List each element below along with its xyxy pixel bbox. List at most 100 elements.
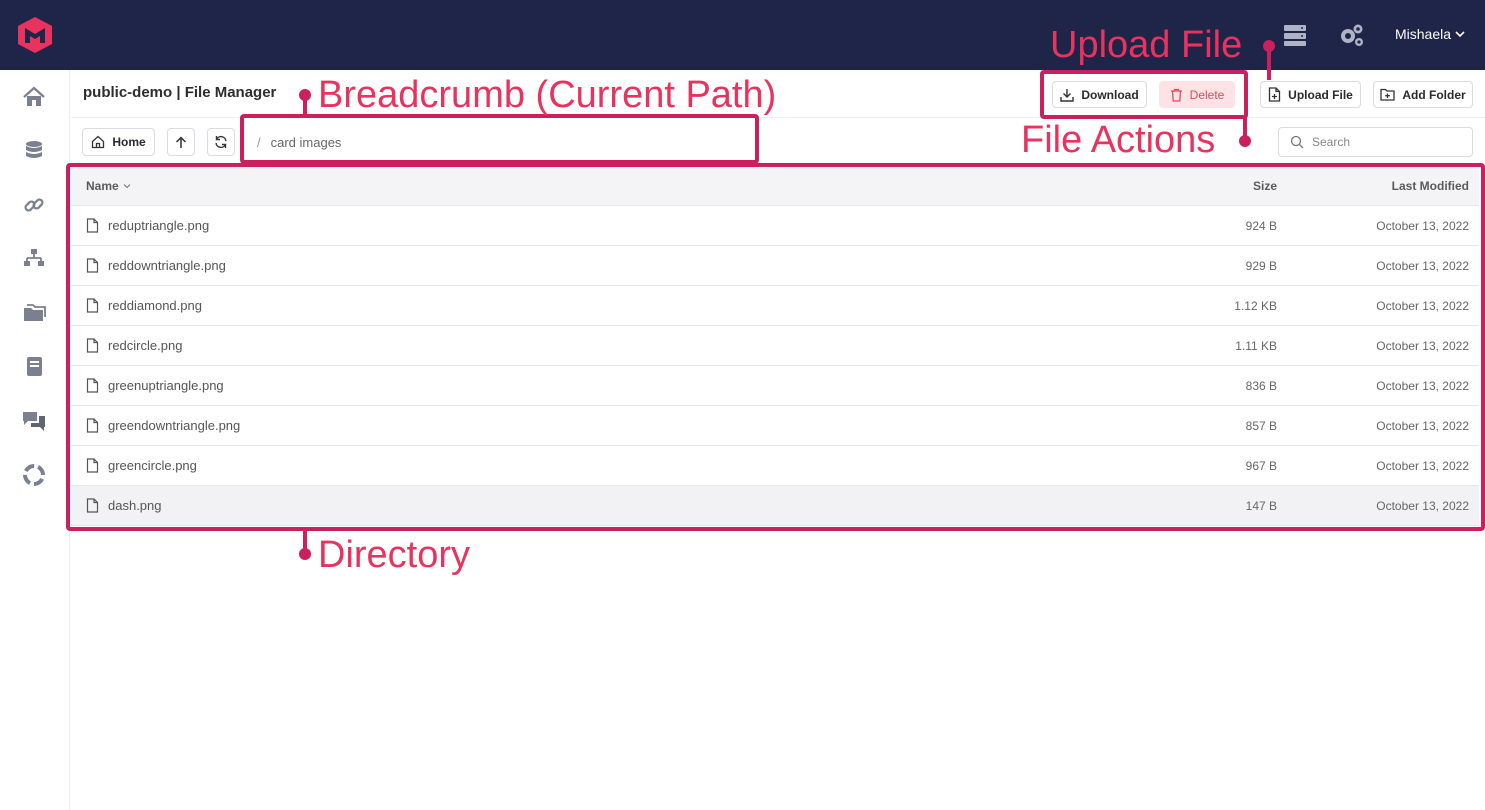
table-row[interactable]: reddiamond.png 1.12 KB October 13, 2022 xyxy=(71,286,1479,326)
column-name-header[interactable]: Name xyxy=(71,179,1177,193)
home-icon[interactable] xyxy=(21,84,47,110)
delete-button[interactable]: Delete xyxy=(1159,81,1235,108)
chevron-down-icon xyxy=(123,183,131,188)
arrow-up-icon xyxy=(175,135,187,148)
file-name-cell: reduptriangle.png xyxy=(71,218,1177,233)
sidebar xyxy=(0,70,70,810)
table-row[interactable]: reddowntriangle.png 929 B October 13, 2022 xyxy=(71,246,1479,286)
file-size: 836 B xyxy=(1245,378,1277,393)
file-modified: October 13, 2022 xyxy=(1376,218,1469,233)
file-name: greenuptriangle.png xyxy=(108,378,224,393)
column-modified-header[interactable]: Last Modified xyxy=(1277,179,1469,193)
folder-plus-icon xyxy=(1380,88,1395,101)
file-name: greencircle.png xyxy=(108,458,197,473)
file-modified: October 13, 2022 xyxy=(1376,338,1469,353)
home-label: Home xyxy=(112,135,146,149)
breadcrumb-separator: / xyxy=(257,134,261,150)
page-title: public-demo | File Manager xyxy=(83,84,277,101)
file-actions-annotation-dot xyxy=(1239,135,1251,147)
table-row[interactable]: greencircle.png 967 B October 13, 2022 xyxy=(71,446,1479,486)
file-icon xyxy=(86,218,99,233)
file-modified: October 13, 2022 xyxy=(1376,498,1469,513)
upload-file-label: Upload File xyxy=(1288,87,1353,102)
m-logo-icon[interactable] xyxy=(16,16,54,54)
file-name-cell: greenuptriangle.png xyxy=(71,378,1177,393)
file-size: 857 B xyxy=(1245,418,1277,433)
download-button[interactable]: Download xyxy=(1052,81,1147,108)
comments-icon[interactable] xyxy=(21,408,47,434)
file-name-cell: dash.png xyxy=(71,498,1177,513)
file-name-cell: greendowntriangle.png xyxy=(71,418,1177,433)
file-icon xyxy=(86,418,99,433)
directory-annotation-label: Directory xyxy=(318,534,471,576)
download-label: Download xyxy=(1081,87,1139,102)
file-modified: October 13, 2022 xyxy=(1376,378,1469,393)
book-icon[interactable] xyxy=(21,354,47,380)
table-row[interactable]: greendowntriangle.png 857 B October 13, 20… xyxy=(71,406,1479,446)
file-name: dash.png xyxy=(108,498,162,513)
table-row[interactable]: redcircle.png 1.11 KB October 13, 2022 xyxy=(71,326,1479,366)
file-size: 1.12 KB xyxy=(1234,298,1277,313)
home-outline-icon xyxy=(92,135,105,149)
server-icon[interactable] xyxy=(1281,22,1309,48)
download-icon xyxy=(1060,88,1075,102)
top-navbar: Mishaela xyxy=(0,0,1485,70)
chevron-down-icon xyxy=(1455,31,1465,38)
refresh-icon xyxy=(215,135,227,149)
database-icon[interactable] xyxy=(21,138,47,164)
file-name: greendowntriangle.png xyxy=(108,418,241,433)
table-row[interactable]: greenuptriangle.png 836 B October 13, 2022 xyxy=(71,366,1479,406)
add-folder-button[interactable]: Add Folder xyxy=(1373,81,1473,108)
folders-icon[interactable] xyxy=(21,300,47,326)
trash-icon xyxy=(1170,88,1182,102)
main-content: public-demo | File Manager Download Dele… xyxy=(71,70,1485,810)
upload-annotation-label: Upload File xyxy=(1050,24,1243,66)
file-modified: October 13, 2022 xyxy=(1376,418,1469,433)
breadcrumb: / card images xyxy=(246,128,751,156)
search-box xyxy=(1278,127,1473,157)
table-row[interactable]: reduptriangle.png 924 B October 13, 2022 xyxy=(71,206,1479,246)
file-modified: October 13, 2022 xyxy=(1376,258,1469,273)
file-modified: October 13, 2022 xyxy=(1376,458,1469,473)
user-name: Mishaela xyxy=(1395,26,1452,42)
file-icon xyxy=(86,258,99,273)
user-menu[interactable]: Mishaela xyxy=(1395,26,1465,42)
home-button[interactable]: Home xyxy=(82,128,155,156)
directory-annotation-dot xyxy=(299,548,311,560)
table-row[interactable]: dash.png 147 B October 13, 2022 xyxy=(71,486,1479,526)
search-icon xyxy=(1290,135,1304,149)
file-name: reddowntriangle.png xyxy=(108,258,226,273)
upload-annotation-line xyxy=(1267,46,1271,80)
search-input[interactable] xyxy=(1312,135,1462,149)
refresh-button[interactable] xyxy=(207,128,235,156)
file-actions-annotation-label: File Actions xyxy=(1021,119,1216,161)
breadcrumb-annotation-label: Breadcrumb (Current Path) xyxy=(318,74,777,116)
file-size: 924 B xyxy=(1245,218,1277,233)
lifering-icon[interactable] xyxy=(21,462,47,488)
file-name: redcircle.png xyxy=(108,338,183,353)
file-icon xyxy=(86,298,99,313)
column-size-header[interactable]: Size xyxy=(1177,179,1277,193)
file-plus-icon xyxy=(1269,87,1281,102)
file-size: 929 B xyxy=(1245,258,1277,273)
file-size: 967 B xyxy=(1245,458,1277,473)
header-divider xyxy=(71,117,1485,118)
delete-label: Delete xyxy=(1189,87,1225,102)
link-icon[interactable] xyxy=(21,192,47,218)
file-modified: October 13, 2022 xyxy=(1376,298,1469,313)
go-up-button[interactable] xyxy=(167,128,195,156)
file-icon xyxy=(86,338,99,353)
upload-file-button[interactable]: Upload File xyxy=(1260,81,1361,108)
file-name-cell: redcircle.png xyxy=(71,338,1177,353)
file-name-cell: reddiamond.png xyxy=(71,298,1177,313)
file-icon xyxy=(86,378,99,393)
column-name-label: Name xyxy=(86,178,119,193)
file-name-cell: greencircle.png xyxy=(71,458,1177,473)
sitemap-icon[interactable] xyxy=(21,246,47,272)
breadcrumb-current[interactable]: card images xyxy=(271,135,342,150)
gears-icon[interactable] xyxy=(1337,22,1365,48)
file-size: 1.11 KB xyxy=(1235,338,1277,353)
file-icon xyxy=(86,498,99,513)
file-table: Name Size Last Modified reduptriangle.pn… xyxy=(71,166,1479,526)
file-name: reduptriangle.png xyxy=(108,218,210,233)
